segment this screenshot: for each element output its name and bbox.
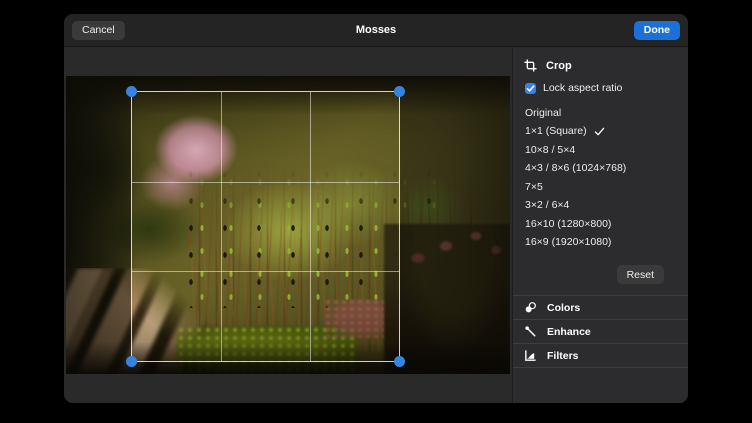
crop-icon [524,59,537,72]
reset-button[interactable]: Reset [617,265,664,284]
reset-row: Reset [513,252,688,295]
editor-window: Cancel Mosses Done [64,14,688,403]
edit-sidebar: Crop Lock aspect ratio Original [512,48,688,403]
selected-check-icon [594,126,605,137]
cancel-button[interactable]: Cancel [72,21,125,40]
crop-gridline-horizontal-1 [132,182,399,183]
crop-selection[interactable] [131,91,400,362]
crop-handle-bottom-left[interactable] [126,356,137,367]
colors-icon [524,301,537,314]
crop-handle-top-left[interactable] [126,86,137,97]
ratio-option-original[interactable]: Original [513,104,688,123]
aspect-ratio-list: Original 1×1 (Square) 10×8 / 5×4 4×3 / 8… [513,97,688,252]
divider [513,367,688,368]
enhance-icon [524,325,537,338]
lock-aspect-ratio-row[interactable]: Lock aspect ratio [513,77,688,97]
headerbar: Cancel Mosses Done [64,14,688,47]
crop-section-title: Crop [546,60,572,72]
ratio-option-1x1[interactable]: 1×1 (Square) [513,123,688,142]
section-enhance[interactable]: Enhance [513,320,688,343]
filters-icon [524,349,537,362]
ratio-option-7x5[interactable]: 7×5 [513,178,688,197]
checkmark-icon [526,84,535,93]
section-colors[interactable]: Colors [513,296,688,319]
section-filters[interactable]: Filters [513,344,688,367]
ratio-option-16x10[interactable]: 16×10 (1280×800) [513,215,688,234]
ratio-option-4x3[interactable]: 4×3 / 8×6 (1024×768) [513,160,688,179]
lock-aspect-ratio-label: Lock aspect ratio [543,82,622,94]
crop-handle-bottom-right[interactable] [394,356,405,367]
crop-gridline-vertical-1 [221,92,222,361]
ratio-option-3x2[interactable]: 3×2 / 6×4 [513,197,688,216]
lock-aspect-ratio-checkbox[interactable] [525,83,536,94]
image-viewport [64,48,512,403]
ratio-option-16x9[interactable]: 16×9 (1920×1080) [513,234,688,253]
crop-section-header: Crop [513,53,688,77]
photo-canvas [66,76,510,374]
ratio-option-10x8[interactable]: 10×8 / 5×4 [513,141,688,160]
desktop-background: Cancel Mosses Done [0,0,752,423]
crop-gridline-vertical-2 [310,92,311,361]
done-button[interactable]: Done [634,21,680,40]
crop-gridline-horizontal-2 [132,271,399,272]
window-title: Mosses [64,24,688,36]
crop-handle-top-right[interactable] [394,86,405,97]
